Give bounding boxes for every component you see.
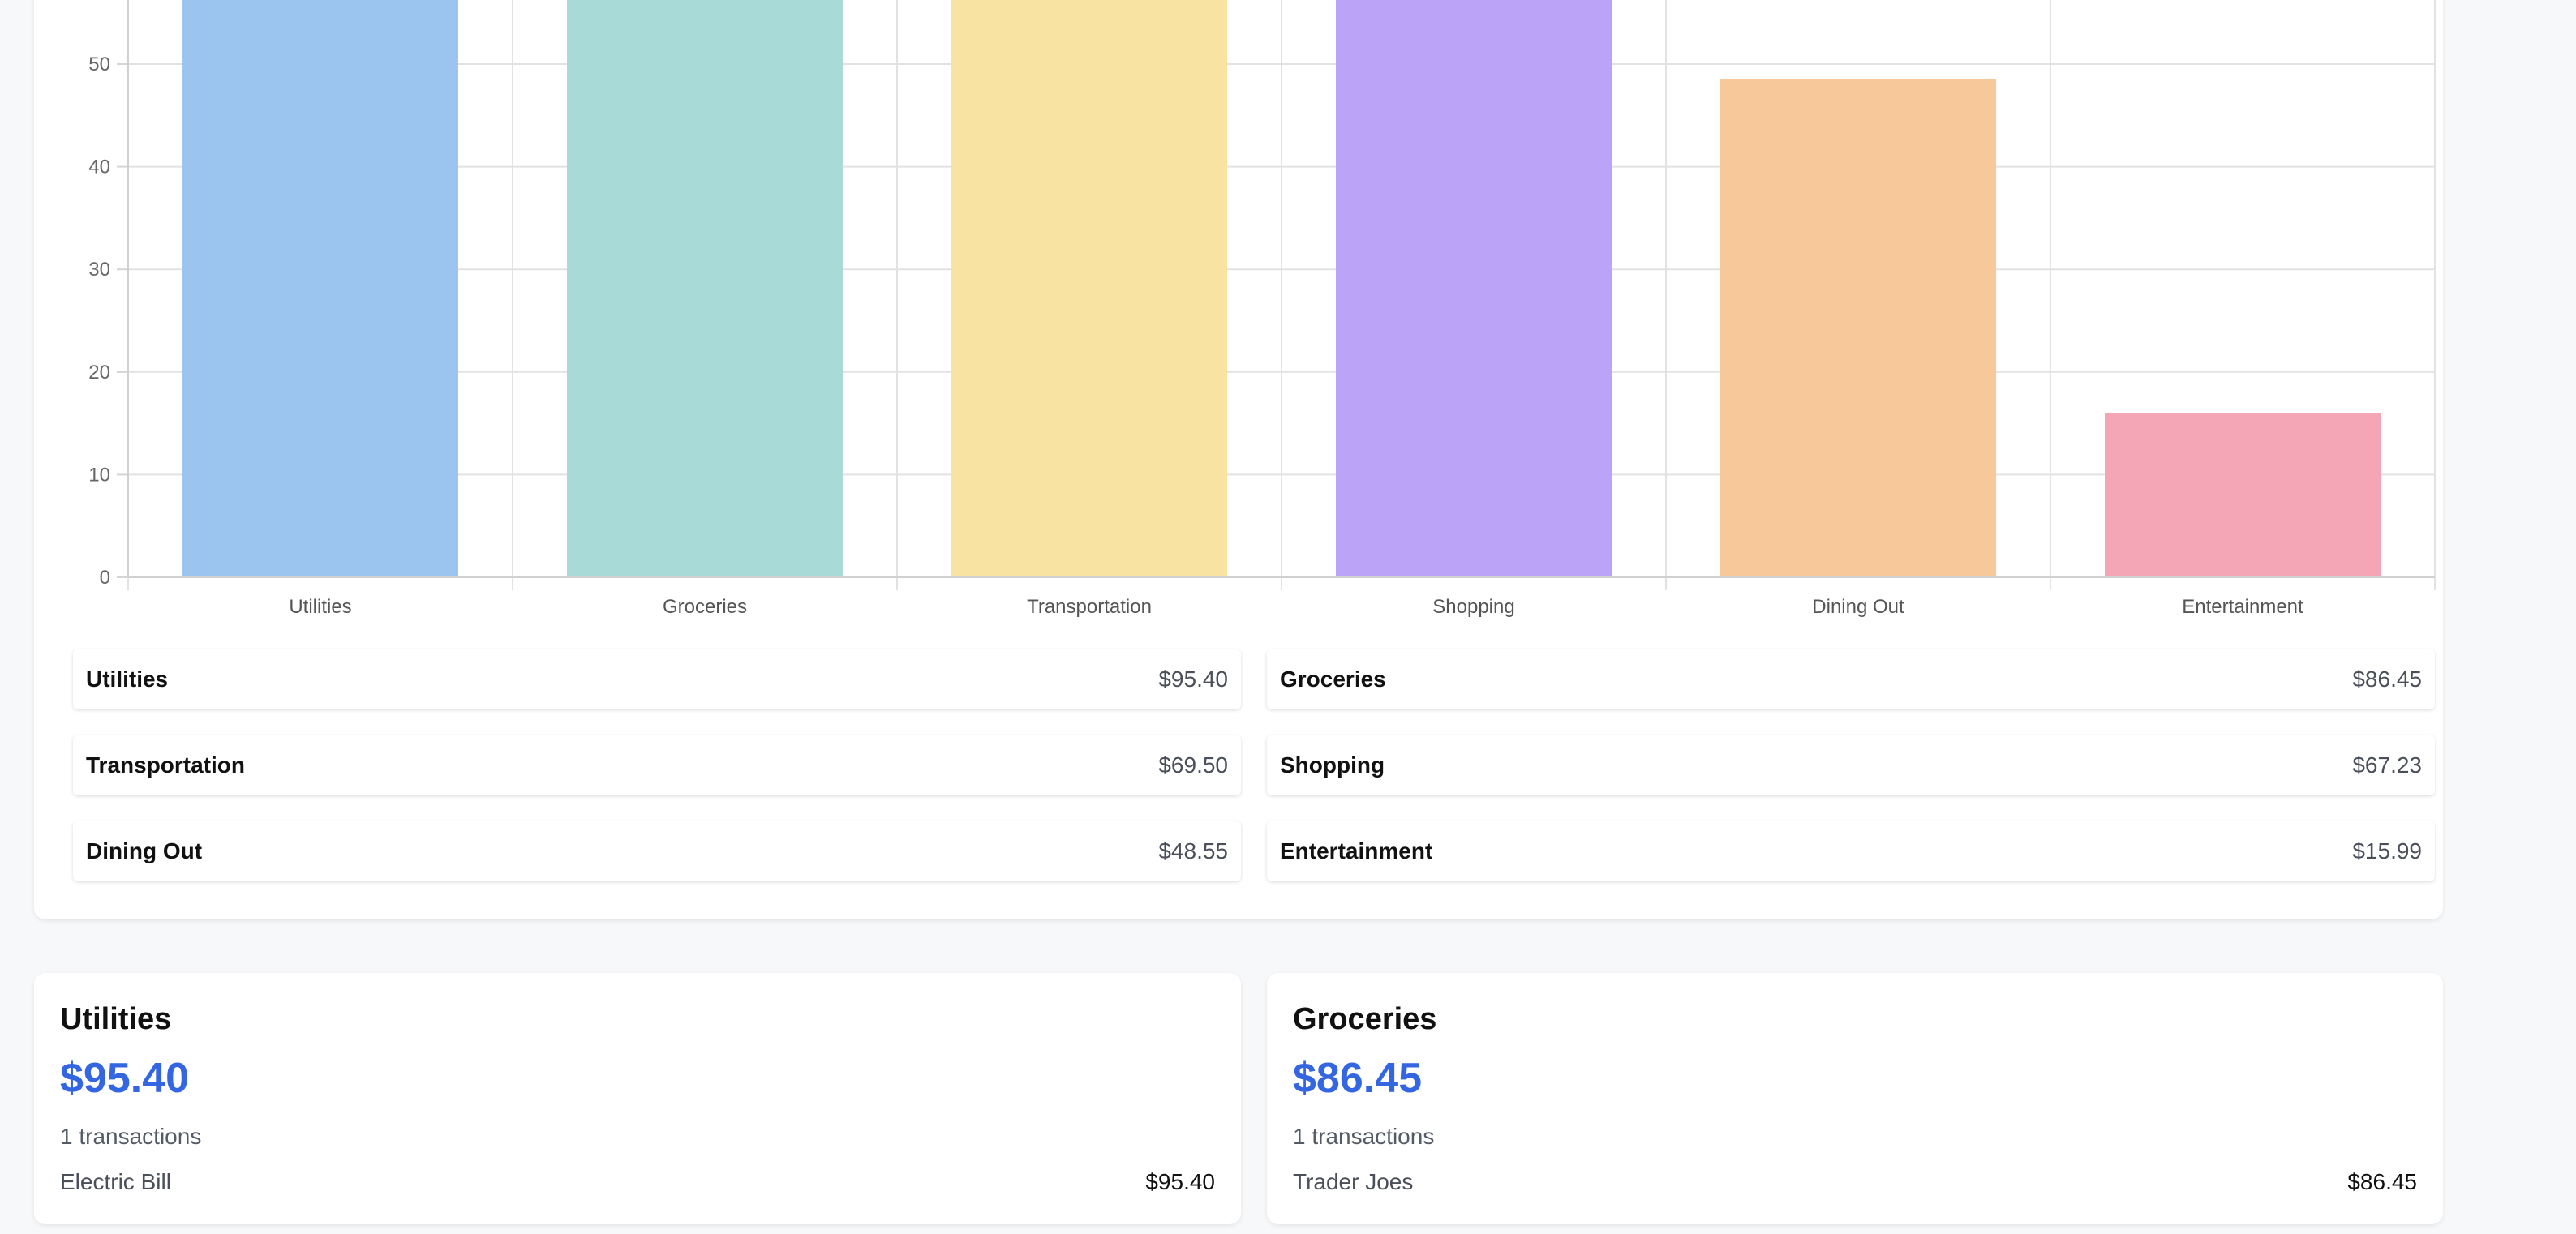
summary-amount: $67.23 [2352, 752, 2422, 778]
spending-bar-chart: 0 10 20 30 40 50 Utilities Groceries Transportat… [88, 0, 2436, 618]
transaction-count: 1 transactions [1293, 1124, 1435, 1149]
bar-utilities [182, 0, 458, 578]
bar-entertainment [2105, 413, 2381, 577]
x-tick-label: Shopping [1432, 596, 1514, 618]
category-total: $86.45 [1293, 1055, 1423, 1102]
summary-row-entertainment: Entertainment $15.99 [1267, 821, 2435, 881]
category-card-utilities[interactable]: Utilities $95.40 1 transactions Electric… [34, 973, 1241, 1224]
page: 0 10 20 30 40 50 Utilities Groceries Transportat… [0, 0, 2576, 1234]
summary-amount: $48.55 [1158, 838, 1228, 863]
x-tick-label: Transportation [1027, 596, 1152, 618]
transaction-name: Electric Bill [60, 1169, 171, 1194]
y-tick-label: 30 [88, 259, 110, 281]
category-title: Utilities [60, 1002, 172, 1036]
summary-name: Transportation [86, 752, 246, 778]
y-tick-label: 40 [88, 156, 110, 178]
summary-name: Utilities [86, 666, 169, 692]
summary-row-utilities: Utilities $95.40 [73, 649, 1241, 709]
y-tick-label: 10 [88, 464, 110, 486]
summary-row-transportation: Transportation $69.50 [73, 735, 1241, 795]
x-tick-label: Groceries [663, 596, 747, 618]
summary-amount: $86.45 [2352, 666, 2422, 692]
summary-amount: $15.99 [2352, 838, 2422, 863]
summary-row-shopping: Shopping $67.23 [1267, 735, 2435, 795]
transaction-name: Trader Joes [1293, 1169, 1414, 1194]
x-tick-label: Entertainment [2182, 596, 2303, 618]
category-total: $95.40 [60, 1055, 190, 1102]
category-card-groceries[interactable]: Groceries $86.45 1 transactions Trader J… [1267, 973, 2443, 1224]
y-tick-label: 50 [88, 54, 110, 75]
summary-name: Shopping [1280, 752, 1385, 778]
transaction-amount: $95.40 [1145, 1169, 1215, 1194]
category-title: Groceries [1293, 1002, 1437, 1036]
transaction-amount: $86.45 [2347, 1169, 2417, 1194]
transaction-row: Trader Joes $86.45 [1293, 1169, 2417, 1195]
summary-name: Dining Out [86, 838, 203, 863]
bar-dining-out [1720, 79, 1996, 578]
y-tick-label: 0 [100, 567, 110, 589]
summary-name: Groceries [1280, 666, 1386, 692]
bar-shopping [1336, 0, 1612, 578]
summary-name: Entertainment [1280, 838, 1433, 863]
summary-row-groceries: Groceries $86.45 [1267, 649, 2435, 709]
summary-amount: $95.40 [1158, 666, 1228, 692]
summary-row-dining-out: Dining Out $48.55 [73, 821, 1241, 881]
bar-groceries [567, 0, 843, 578]
summary-amount: $69.50 [1158, 752, 1228, 778]
transaction-row: Electric Bill $95.40 [60, 1169, 1215, 1195]
bar-transportation [951, 0, 1227, 577]
transaction-count: 1 transactions [60, 1124, 202, 1149]
y-tick-label: 20 [88, 362, 110, 383]
x-tick-label: Dining Out [1812, 596, 1904, 618]
x-tick-label: Utilities [289, 596, 351, 618]
